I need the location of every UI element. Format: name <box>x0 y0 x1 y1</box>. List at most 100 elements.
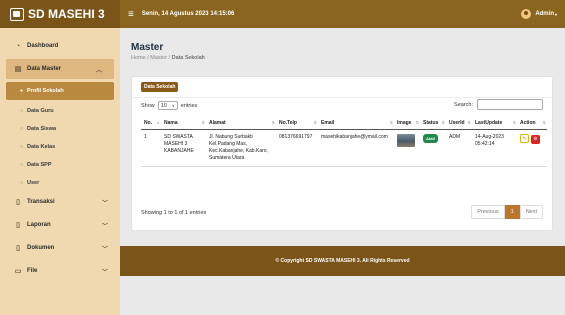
sidebar-item-laporan[interactable]: ▯ Laporan ﹀ <box>0 215 120 235</box>
cell-image <box>394 129 420 167</box>
cell-telp: 081376691797 <box>276 129 318 167</box>
sidebar-item-label: Transaksi <box>27 199 55 205</box>
bullet-icon: ○ <box>20 108 24 114</box>
sidebar-subitem-label: Data Guru <box>27 108 54 114</box>
column-header-lastupdate[interactable]: LastUpdate ⇅ <box>472 117 517 130</box>
column-header-email[interactable]: Email ⇅ <box>318 117 394 130</box>
pagination-next-button[interactable]: Next <box>519 205 543 219</box>
entries-label: entries <box>180 102 198 109</box>
sidebar-item-label: File <box>27 268 38 274</box>
breadcrumb-master[interactable]: Master <box>150 55 167 61</box>
sort-icon: ⇅ <box>201 119 205 125</box>
sort-icon: ⇅ <box>415 119 419 125</box>
sidebar-item-dashboard[interactable]: ◔ Dashboard <box>0 36 120 56</box>
chevron-down-icon: ﹀ <box>101 200 108 207</box>
search-input[interactable] <box>477 99 543 110</box>
pagination-page-button[interactable]: 1 <box>504 205 520 219</box>
delete-button[interactable]: ⊘ <box>531 134 540 144</box>
user-menu[interactable]: Admin ▾ <box>521 9 557 19</box>
dashboard-icon: ◔ <box>15 42 21 50</box>
sidebar-subitem-data-siswa[interactable]: ○ Data Siswa <box>0 120 120 138</box>
show-label: Show <box>141 102 155 109</box>
transaction-icon: ▯ <box>16 199 20 206</box>
sidebar-subitem-user[interactable]: ○ User <box>0 174 120 192</box>
sidebar: SD MASEHI 3 ◔ Dashboard ▤ Data Master ︿ … <box>0 0 120 315</box>
cell-status: Aktif <box>420 129 446 167</box>
entries-select[interactable]: 10 ∨ <box>157 101 178 110</box>
column-header-image[interactable]: Image ⇅ <box>394 117 420 130</box>
footer: © Copyright SD SWASTA MASEHI 3. All Righ… <box>120 246 565 276</box>
sidebar-subitem-data-guru[interactable]: ○ Data Guru <box>0 102 120 120</box>
file-icon: ▭ <box>14 268 22 275</box>
delete-icon: ⊘ <box>533 135 538 142</box>
chevron-down-icon: ﹀ <box>101 223 108 230</box>
sidebar-subitem-label: Data Siswa <box>27 126 57 132</box>
sidebar-item-label: Dashboard <box>27 43 59 49</box>
bullet-icon: ● <box>20 88 24 94</box>
sidebar-item-label: Data Master <box>27 66 62 72</box>
sort-icon: ⇅ <box>467 119 471 125</box>
cell-nama: SD SWASTA MASEHI 3 KABANJAHE <box>161 129 206 167</box>
sidebar-subitem-label: User <box>27 180 40 186</box>
chevron-down-icon: ﹀ <box>101 246 108 253</box>
entries-length-control: Show 10 ∨ entries <box>141 101 197 110</box>
cell-action: ✎ ⊘ <box>517 129 547 167</box>
column-header-userid[interactable]: UserId ⇅ <box>446 117 472 130</box>
bullet-icon: ○ <box>20 162 24 168</box>
chevron-down-icon: ﹀ <box>101 269 108 276</box>
bullet-icon: ○ <box>20 126 24 132</box>
document-icon: ▯ <box>16 245 20 252</box>
pagination: Previous 1 Next <box>471 205 543 219</box>
chevron-down-icon: ▾ <box>554 11 557 17</box>
sidebar-subitem-data-kelas[interactable]: ○ Data Kelas <box>0 138 120 156</box>
school-logo-icon <box>10 7 24 21</box>
cell-lastupdate: 14-Aug-2023 05:42:14 <box>472 129 517 167</box>
chevron-down-icon: ∨ <box>171 103 175 108</box>
sort-icon: ⇅ <box>441 119 445 125</box>
sort-icon: ⇅ <box>313 119 317 125</box>
column-header-nama[interactable]: Nama ⇅ <box>161 117 206 130</box>
sidebar-subitem-label: Profil Sekolah <box>27 88 64 94</box>
search-control: Search: <box>454 99 543 110</box>
pagination-previous-button[interactable]: Previous <box>471 205 505 219</box>
cell-userid: ADM <box>446 129 472 167</box>
brand-title: SD MASEHI 3 <box>28 7 105 21</box>
table-row: 1 SD SWASTA MASEHI 3 KABANJAHE Jl. Nabun… <box>141 129 547 167</box>
sidebar-subitem-label: Data Kelas <box>27 144 56 150</box>
chevron-up-icon: ︿ <box>95 67 102 74</box>
sidebar-item-label: Dokumen <box>27 245 55 251</box>
brand[interactable]: SD MASEHI 3 <box>0 0 120 28</box>
cell-email: masehikabanjahe@ymail.com <box>318 129 394 167</box>
sidebar-subitem-data-spp[interactable]: ○ Data SPP <box>0 156 120 174</box>
sort-icon: ▲ <box>156 119 160 125</box>
sidebar-item-dokumen[interactable]: ▯ Dokumen ﹀ <box>0 238 120 258</box>
sidebar-subitem-profil-sekolah[interactable]: ● Profil Sekolah <box>6 82 114 100</box>
column-header-status[interactable]: Status ⇅ <box>420 117 446 130</box>
column-header-telp[interactable]: No.Telp ⇅ <box>276 117 318 130</box>
edit-button[interactable]: ✎ <box>520 133 529 143</box>
topbar: ≡ Senin, 14 Agustus 2023 14:15:06 Admin … <box>120 0 565 28</box>
data-card: Data Sekolah Show 10 ∨ entries Search: N… <box>131 76 553 231</box>
card-title: Data Sekolah <box>141 82 179 92</box>
sidebar-item-data-master[interactable]: ▤ Data Master ︿ <box>6 59 114 79</box>
hamburger-menu-icon[interactable]: ≡ <box>128 9 134 20</box>
table-header-row: No. ▲ Nama ⇅ Alamat ⇅ No.Telp ⇅ Email ⇅ Image… <box>141 117 547 130</box>
main-content: Master Home / Master / Data Sekolah Data… <box>120 28 565 315</box>
divider <box>132 97 552 98</box>
bullet-icon: ○ <box>20 180 24 186</box>
sidebar-item-file[interactable]: ▭ File ﹀ <box>0 261 120 281</box>
avatar <box>521 9 532 19</box>
breadcrumb: Home / Master / Data Sekolah <box>131 55 205 61</box>
sort-icon: ⇅ <box>389 119 393 125</box>
column-header-action[interactable]: Action ⇅ <box>517 117 547 130</box>
status-badge: Aktif <box>423 133 438 143</box>
sidebar-item-transaksi[interactable]: ▯ Transaksi ﹀ <box>0 192 120 212</box>
sort-icon: ⇅ <box>542 119 546 125</box>
sidebar-nav: ◔ Dashboard ▤ Data Master ︿ ● Profil Sek… <box>0 28 120 281</box>
cell-alamat: Jl. Nabung Surbakti Kel.Padang Mas, Kec.… <box>206 129 276 167</box>
school-photo-thumbnail[interactable] <box>397 133 415 147</box>
breadcrumb-home[interactable]: Home <box>131 55 146 61</box>
column-header-alamat[interactable]: Alamat ⇅ <box>206 117 276 130</box>
column-header-no[interactable]: No. ▲ <box>141 117 161 130</box>
entries-select-value: 10 <box>160 102 167 109</box>
